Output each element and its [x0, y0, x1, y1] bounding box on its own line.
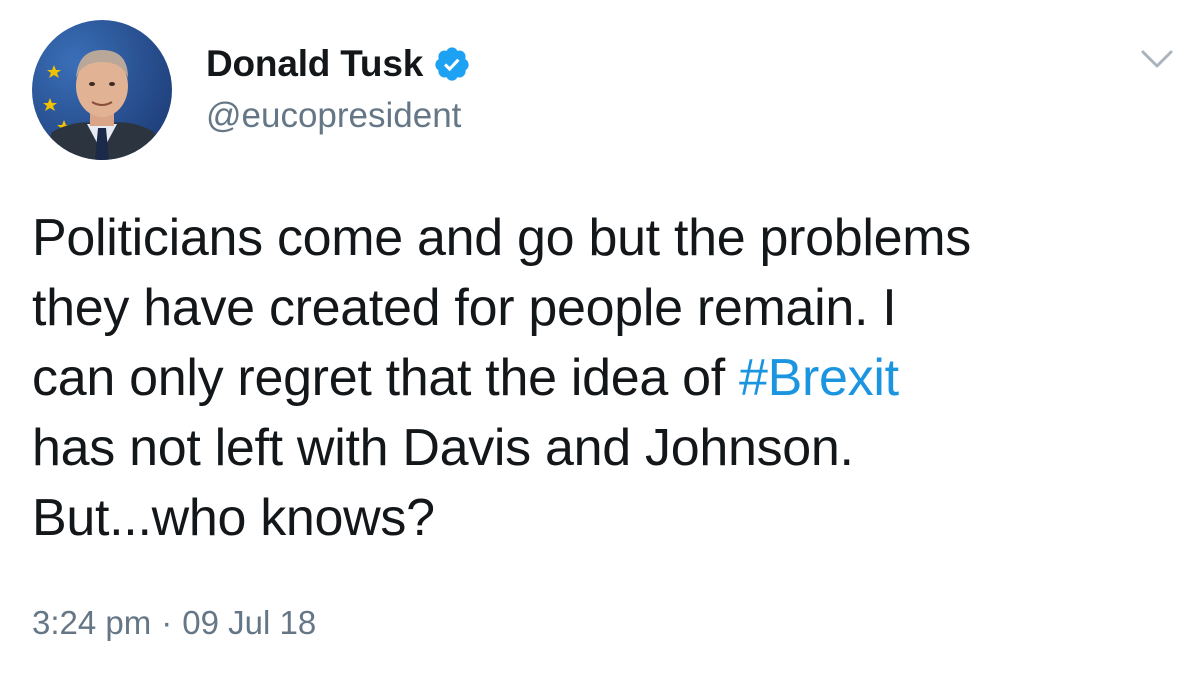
tweet-text-line: But...who knows? — [32, 489, 435, 547]
avatar[interactable] — [32, 20, 172, 160]
tweet-timestamp[interactable]: 3:24 pm · 09 Jul 18 — [32, 604, 316, 642]
tweet-text-line: can only regret that the idea of #Brexit — [32, 343, 1172, 413]
hashtag-link[interactable]: #Brexit — [739, 349, 899, 407]
timestamp-separator: · — [161, 604, 173, 641]
tweet-date[interactable]: 09 Jul 18 — [182, 604, 316, 641]
tweet-time[interactable]: 3:24 pm — [32, 604, 151, 641]
chevron-down-icon[interactable] — [1140, 48, 1174, 70]
tweet-text-line: they have created for people remain. I — [32, 279, 897, 337]
tweet-text-segment: can only regret that the idea of — [32, 349, 740, 407]
tweet-text: Politicians come and go but the problems… — [32, 203, 1172, 553]
author-handle[interactable]: @eucopresident — [206, 96, 461, 136]
tweet-card: Donald Tusk @eucopresident Politicians c… — [0, 0, 1200, 675]
avatar-photo-icon — [32, 20, 172, 160]
author-name-row[interactable]: Donald Tusk — [206, 38, 471, 90]
display-name[interactable]: Donald Tusk — [206, 43, 423, 85]
tweet-text-line: has not left with Davis and Johnson. — [32, 419, 854, 477]
tweet-text-line: Politicians come and go but the problems — [32, 209, 971, 267]
verified-badge-icon — [435, 47, 469, 81]
